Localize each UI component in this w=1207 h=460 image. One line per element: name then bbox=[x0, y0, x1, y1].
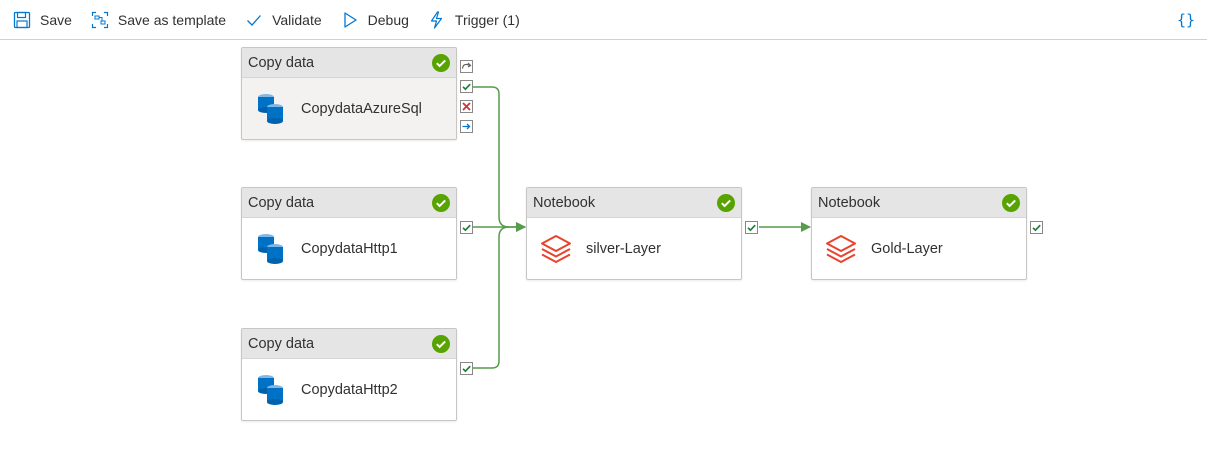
lightning-icon bbox=[427, 10, 447, 30]
activity-name-label: silver-Layer bbox=[586, 240, 661, 257]
success-port-icon[interactable] bbox=[745, 221, 758, 234]
save-as-template-label: Save as template bbox=[117, 11, 227, 28]
copy-data-icon bbox=[258, 233, 283, 264]
debug-label: Debug bbox=[367, 11, 409, 28]
activity-name-label: CopydataAzureSql bbox=[301, 100, 422, 117]
validate-button[interactable]: Validate bbox=[235, 0, 331, 40]
connector-http2-to-silver bbox=[473, 226, 510, 369]
activity-header: Notebook bbox=[527, 188, 741, 218]
activity-notebook-gold-layer[interactable]: Notebook Gold-Layer bbox=[811, 187, 1027, 280]
activity-header: Copy data bbox=[242, 329, 456, 359]
activity-header: Copy data bbox=[242, 48, 456, 78]
databricks-notebook-icon bbox=[541, 234, 571, 263]
activity-type-label: Copy data bbox=[248, 194, 315, 211]
activity-body: CopydataAzureSql bbox=[242, 78, 456, 139]
trigger-button[interactable]: Trigger (1) bbox=[418, 0, 529, 40]
databricks-notebook-icon bbox=[826, 234, 856, 263]
copy-data-icon bbox=[258, 93, 283, 124]
activity-body: Gold-Layer bbox=[812, 218, 1026, 279]
save-as-template-button[interactable]: Save as template bbox=[81, 0, 235, 40]
copy-data-icon bbox=[258, 374, 283, 405]
play-icon bbox=[340, 10, 360, 30]
activity-name-label: Gold-Layer bbox=[871, 240, 943, 257]
activity-header: Copy data bbox=[242, 188, 456, 218]
save-icon bbox=[12, 10, 32, 30]
success-port-icon[interactable] bbox=[1030, 221, 1043, 234]
completion-port-icon[interactable] bbox=[460, 120, 473, 133]
success-port-icon[interactable] bbox=[460, 362, 473, 375]
validate-label: Validate bbox=[272, 11, 322, 28]
checkmark-icon bbox=[244, 10, 264, 30]
activity-body: CopydataHttp2 bbox=[242, 359, 456, 420]
debug-button[interactable]: Debug bbox=[331, 0, 418, 40]
success-check-icon bbox=[432, 334, 450, 353]
pipeline-canvas[interactable]: Copy data CopydataAzureSql Copy data Cop… bbox=[0, 41, 1207, 460]
toolbar: Save Save as template Validate Debug Tri… bbox=[0, 0, 1207, 40]
connector-azuresql-to-silver bbox=[473, 86, 526, 232]
success-check-icon bbox=[432, 53, 450, 72]
activity-body: CopydataHttp1 bbox=[242, 218, 456, 279]
activity-type-label: Notebook bbox=[533, 194, 596, 211]
activity-notebook-silver-layer[interactable]: Notebook silver-Layer bbox=[526, 187, 742, 280]
success-port-icon[interactable] bbox=[460, 80, 473, 93]
save-button[interactable]: Save bbox=[0, 0, 81, 40]
success-check-icon bbox=[1002, 193, 1020, 212]
activity-body: silver-Layer bbox=[527, 218, 741, 279]
success-check-icon bbox=[717, 193, 735, 212]
activity-name-label: CopydataHttp2 bbox=[301, 381, 398, 398]
trigger-label: Trigger (1) bbox=[454, 11, 520, 28]
activity-copydata-http1[interactable]: Copy data CopydataHttp1 bbox=[241, 187, 457, 280]
activity-header: Notebook bbox=[812, 188, 1026, 218]
activity-copydata-azuresql[interactable]: Copy data CopydataAzureSql bbox=[241, 47, 457, 140]
failure-port-icon[interactable] bbox=[460, 100, 473, 113]
activity-type-label: Copy data bbox=[248, 335, 315, 352]
activity-type-label: Notebook bbox=[818, 194, 881, 211]
skipped-port-icon[interactable] bbox=[460, 60, 473, 73]
activity-type-label: Copy data bbox=[248, 54, 315, 71]
save-label: Save bbox=[40, 11, 72, 28]
activity-name-label: CopydataHttp1 bbox=[301, 240, 398, 257]
success-check-icon bbox=[432, 193, 450, 212]
code-view-button[interactable]: {} bbox=[1177, 0, 1195, 40]
success-port-icon[interactable] bbox=[460, 221, 473, 234]
template-icon bbox=[90, 10, 110, 30]
activity-copydata-http2[interactable]: Copy data CopydataHttp2 bbox=[241, 328, 457, 421]
